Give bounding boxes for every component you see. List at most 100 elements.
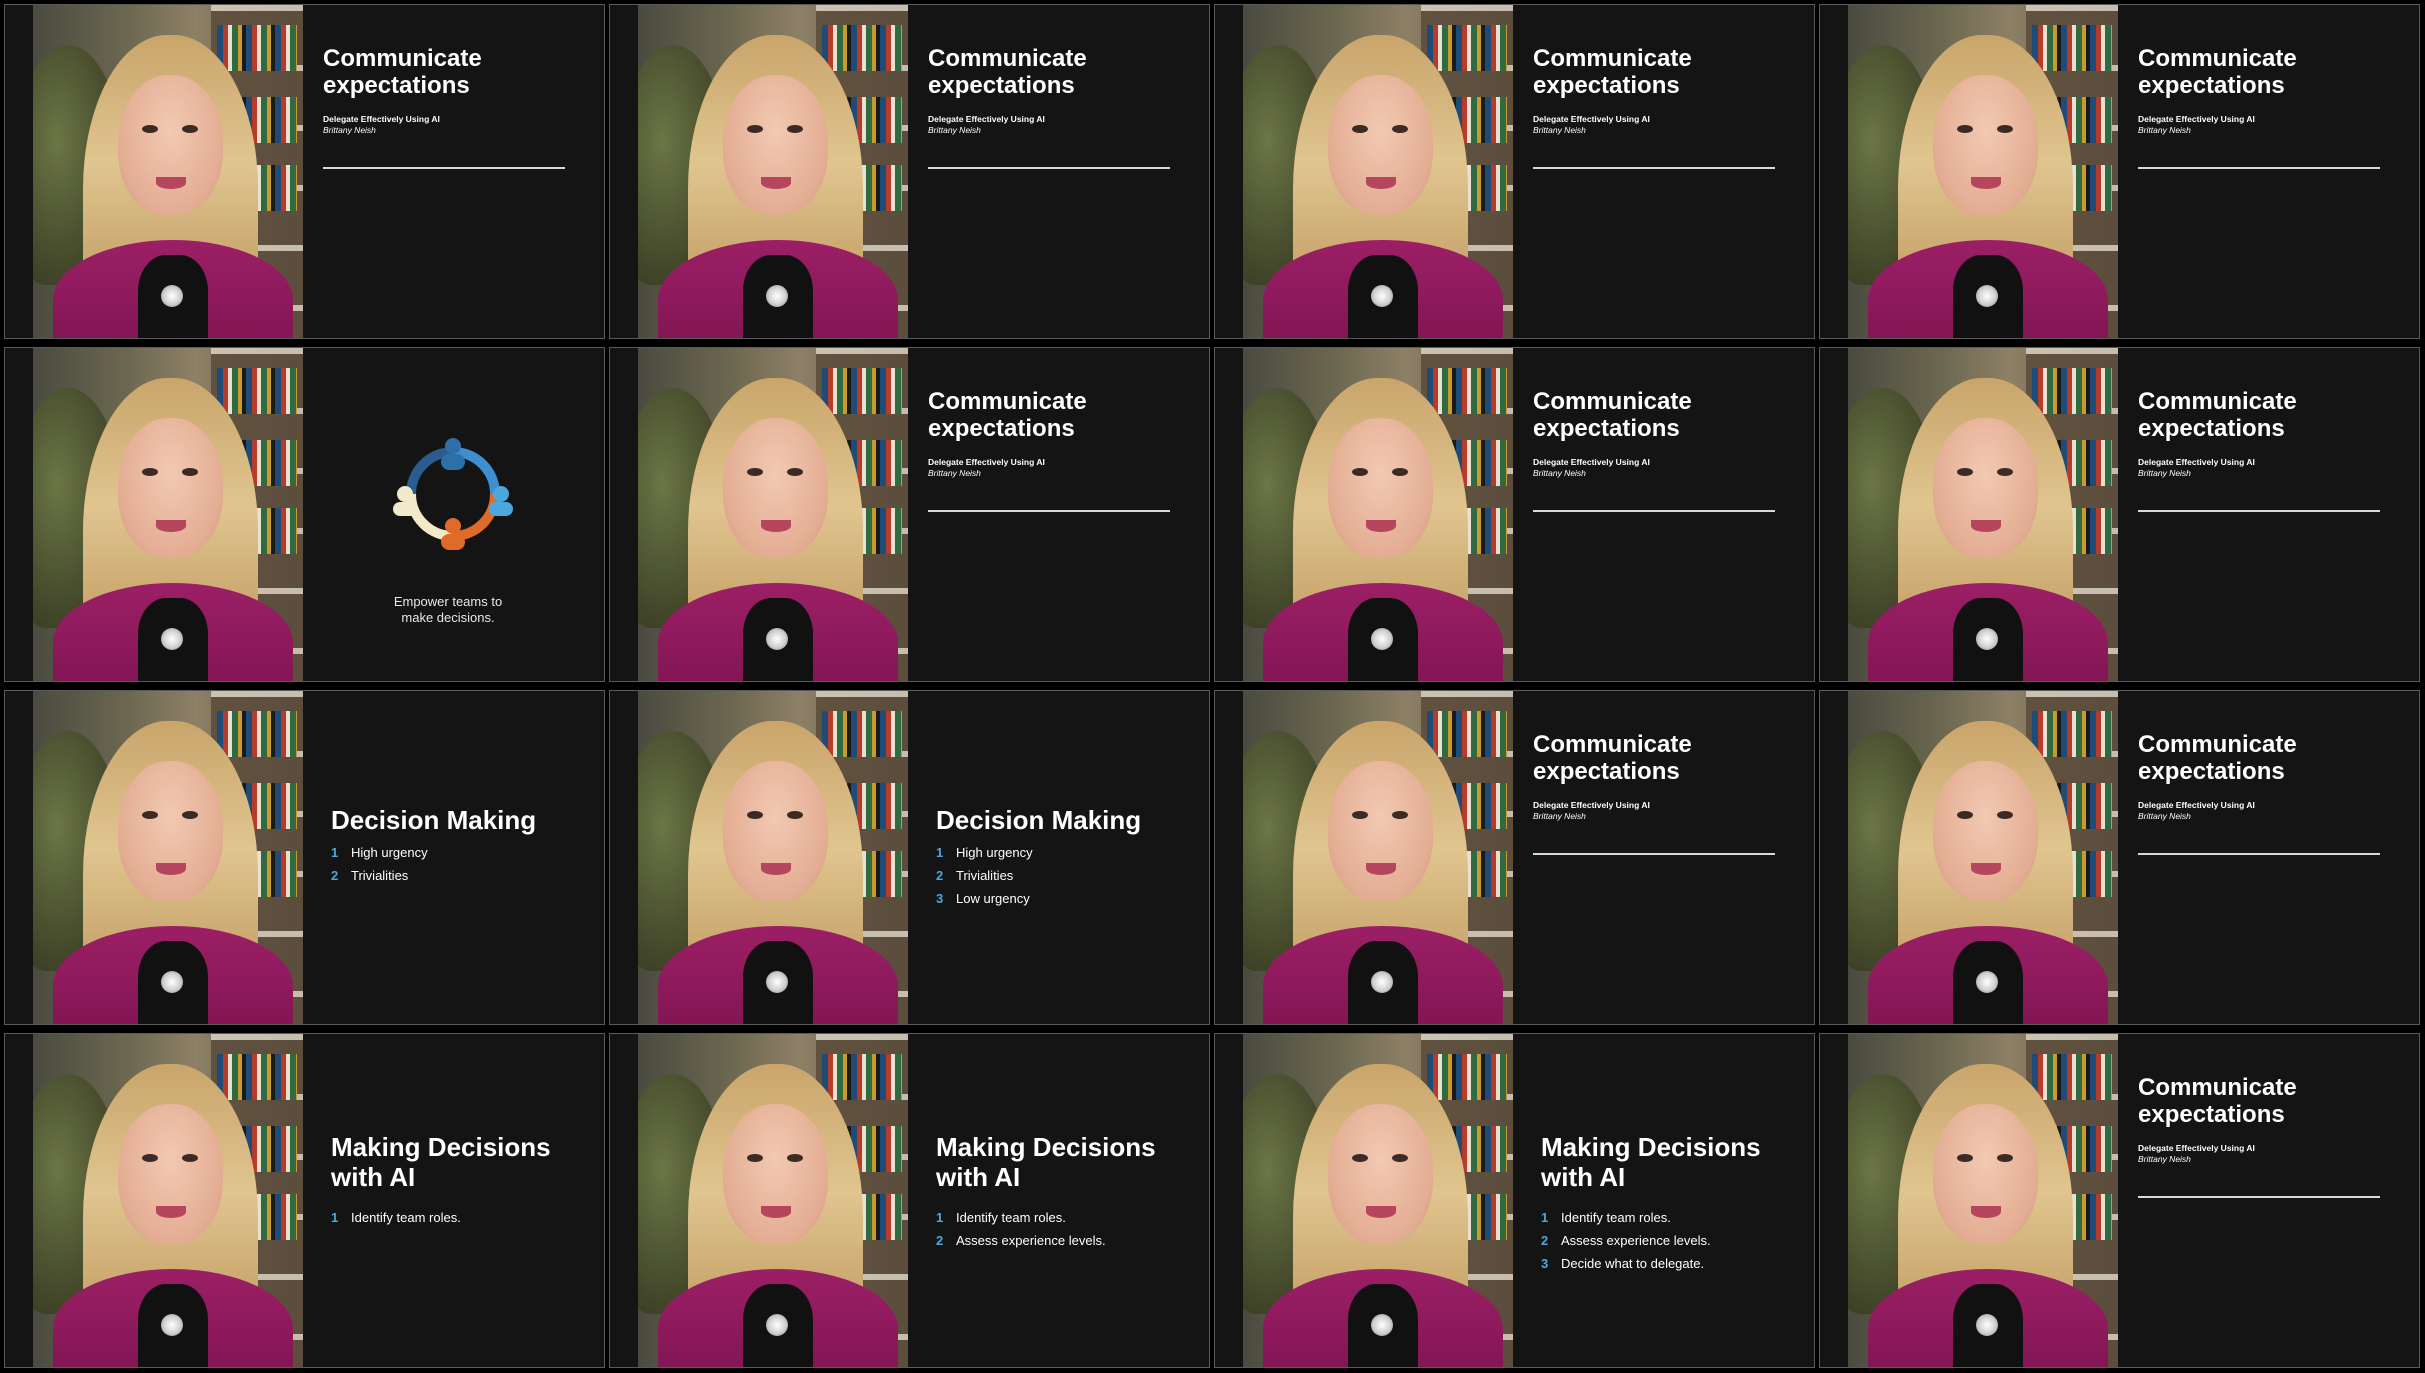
eye <box>747 468 763 476</box>
list-number: 2 <box>936 1233 944 1248</box>
bullet-list: 1 High urgency 2 Trivialities 3 Low urgency <box>936 841 1033 910</box>
divider <box>1533 167 1775 169</box>
divider <box>1533 510 1775 512</box>
course-title: Delegate Effectively Using AI <box>1533 800 1650 810</box>
mouth <box>1971 863 2001 875</box>
divider <box>928 510 1170 512</box>
list-number: 3 <box>1541 1256 1549 1271</box>
list-item: 3 Low urgency <box>936 887 1033 910</box>
presenter-video <box>1848 348 2118 681</box>
list-item: 3 Decide what to delegate. <box>1541 1252 1711 1275</box>
slide-panel: Communicate expectations Delegate Effect… <box>908 348 1209 681</box>
slide-panel: Empower teams to make decisions. <box>303 348 604 681</box>
video-thumbnail[interactable]: Communicate expectations Delegate Effect… <box>1214 347 1815 682</box>
mouth <box>1971 1206 2001 1218</box>
divider <box>2138 510 2380 512</box>
slide-title: Communicate expectations <box>1533 45 1692 99</box>
course-title: Delegate Effectively Using AI <box>1533 457 1650 467</box>
video-thumbnail[interactable]: Communicate expectations Delegate Effect… <box>1214 4 1815 339</box>
video-thumbnail[interactable]: Communicate expectations Delegate Effect… <box>1819 4 2420 339</box>
course-title: Delegate Effectively Using AI <box>2138 457 2255 467</box>
video-thumbnail[interactable]: Making Decisions with AI 1 Identify team … <box>609 1033 1210 1368</box>
mouth <box>1971 520 2001 532</box>
slide-caption: Empower teams to make decisions. <box>393 594 503 625</box>
list-number: 1 <box>936 1210 944 1225</box>
eye <box>1392 1154 1408 1162</box>
eye <box>787 811 803 819</box>
list-item: 2 Trivialities <box>936 864 1033 887</box>
books <box>822 1054 902 1100</box>
video-thumbnail[interactable]: Communicate expectations Delegate Effect… <box>609 347 1210 682</box>
list-text: High urgency <box>956 845 1033 860</box>
presenter-face <box>118 418 223 558</box>
eye <box>1957 125 1973 133</box>
slide-panel: Decision Making 1 High urgency 2 Trivialiti… <box>303 691 604 1024</box>
video-thumbnail[interactable]: Making Decisions with AI 1 Identify team … <box>4 1033 605 1368</box>
brooch <box>766 628 788 650</box>
bullet-list: 1 Identify team roles. 2 Assess experience … <box>936 1206 1106 1252</box>
eye <box>142 125 158 133</box>
video-thumbnail[interactable]: Communicate expectations Delegate Effect… <box>1819 1033 2420 1368</box>
presenter-video <box>638 5 908 338</box>
brooch <box>766 971 788 993</box>
author-name: Brittany Neish <box>2138 811 2191 821</box>
slide-panel: Communicate expectations Delegate Effect… <box>2118 691 2419 1024</box>
eye <box>787 468 803 476</box>
eye <box>1997 1154 2013 1162</box>
mouth <box>1366 1206 1396 1218</box>
slide-panel: Making Decisions with AI 1 Identify team … <box>908 1034 1209 1367</box>
slide-heading: Making Decisions with AI <box>331 1132 551 1192</box>
presenter-video <box>33 691 303 1024</box>
eye <box>747 1154 763 1162</box>
presenter-face <box>1933 75 2038 215</box>
presenter-face <box>1933 418 2038 558</box>
slide-panel: Communicate expectations Delegate Effect… <box>1513 691 1814 1024</box>
list-number: 1 <box>936 845 944 860</box>
eye <box>787 1154 803 1162</box>
eye <box>1392 468 1408 476</box>
video-thumbnail[interactable]: Communicate expectations Delegate Effect… <box>4 4 605 339</box>
author-name: Brittany Neish <box>2138 468 2191 478</box>
video-thumbnail[interactable]: Communicate expectations Delegate Effect… <box>1214 690 1815 1025</box>
list-number: 2 <box>936 868 944 883</box>
eye <box>182 1154 198 1162</box>
author-name: Brittany Neish <box>928 125 981 135</box>
slide-title: Communicate expectations <box>323 45 482 99</box>
eye <box>747 125 763 133</box>
video-thumbnail[interactable]: Empower teams to make decisions. <box>4 347 605 682</box>
slide-title: Communicate expectations <box>2138 45 2297 99</box>
presenter-face <box>118 75 223 215</box>
video-thumbnail[interactable]: Communicate expectations Delegate Effect… <box>609 4 1210 339</box>
divider <box>2138 1196 2380 1198</box>
slide-title: Communicate expectations <box>928 45 1087 99</box>
course-title: Delegate Effectively Using AI <box>2138 1143 2255 1153</box>
list-item: 2 Assess experience levels. <box>1541 1229 1711 1252</box>
list-item: 1 Identify team roles. <box>331 1206 461 1229</box>
mouth <box>1366 177 1396 189</box>
video-thumbnail[interactable]: Communicate expectations Delegate Effect… <box>1819 347 2420 682</box>
books <box>2032 25 2112 71</box>
books <box>2032 1054 2112 1100</box>
list-number: 2 <box>1541 1233 1549 1248</box>
list-text: Assess experience levels. <box>956 1233 1106 1248</box>
presenter-face <box>1328 1104 1433 1244</box>
video-thumbnail[interactable]: Communicate expectations Delegate Effect… <box>1819 690 2420 1025</box>
author-name: Brittany Neish <box>323 125 376 135</box>
eye <box>182 811 198 819</box>
mouth <box>1366 520 1396 532</box>
presenter-video <box>1243 1034 1513 1367</box>
list-item: 1 High urgency <box>331 841 428 864</box>
slide-title: Communicate expectations <box>1533 731 1692 785</box>
course-title: Delegate Effectively Using AI <box>323 114 440 124</box>
mouth <box>761 177 791 189</box>
video-thumbnail[interactable]: Decision Making 1 High urgency 2 Trivialiti… <box>609 690 1210 1025</box>
list-number: 1 <box>1541 1210 1549 1225</box>
list-text: Trivialities <box>351 868 409 883</box>
eye <box>182 468 198 476</box>
list-text: Identify team roles. <box>351 1210 461 1225</box>
list-number: 1 <box>331 845 339 860</box>
video-thumbnail[interactable]: Making Decisions with AI 1 Identify team … <box>1214 1033 1815 1368</box>
eye <box>787 125 803 133</box>
presenter-face <box>1328 761 1433 901</box>
video-thumbnail[interactable]: Decision Making 1 High urgency 2 Trivialiti… <box>4 690 605 1025</box>
